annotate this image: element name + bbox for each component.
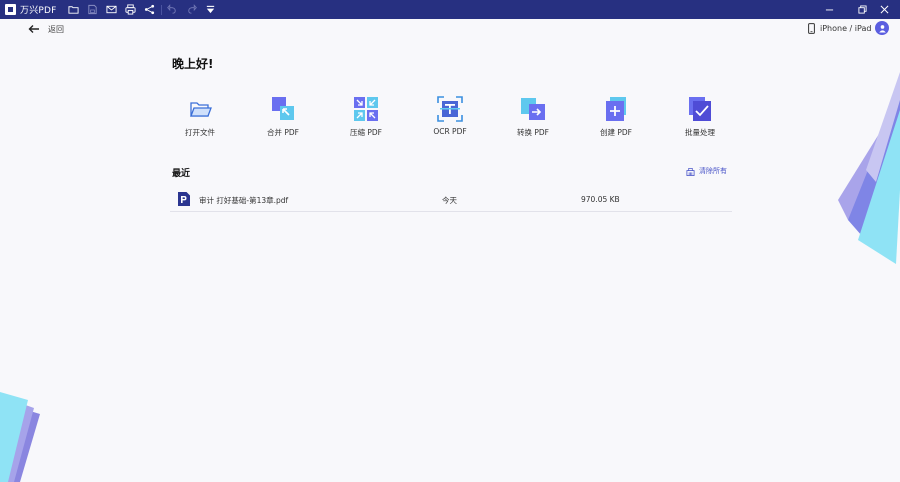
- compress-pdf-action[interactable]: 压缩 PDF: [326, 96, 406, 138]
- phone-icon: [808, 23, 815, 34]
- action-label: OCR PDF: [433, 127, 467, 136]
- convert-pdf-action[interactable]: 转换 PDF: [493, 96, 573, 138]
- user-icon: [878, 24, 886, 33]
- file-name: 审计 打好基础-第13章.pdf: [199, 196, 289, 205]
- open-folder-icon[interactable]: [67, 3, 81, 17]
- decorative-pages-left: [0, 392, 40, 482]
- batch-process-action[interactable]: 批量处理: [660, 96, 740, 138]
- merge-icon: [272, 97, 294, 120]
- file-size: 970.05 KB: [581, 195, 620, 204]
- mail-icon[interactable]: [105, 3, 119, 17]
- open-file-action[interactable]: 打开文件: [160, 96, 240, 138]
- action-label: 合并 PDF: [267, 128, 299, 137]
- back-button[interactable]: 返回: [28, 23, 64, 35]
- quick-actions: 打开文件 合并 PDF 压缩 PDF OCR PDF 转换 PDF 创建 PDF…: [160, 96, 740, 140]
- file-date: 今天: [442, 196, 457, 205]
- open-folder-icon: [190, 102, 212, 117]
- undo-icon[interactable]: [166, 3, 180, 17]
- action-label: 压缩 PDF: [350, 128, 382, 137]
- create-pdf-action[interactable]: 创建 PDF: [576, 96, 656, 138]
- user-avatar[interactable]: [875, 21, 889, 35]
- clear-icon: [686, 167, 695, 176]
- minimize-button[interactable]: [818, 0, 840, 19]
- action-label: 转换 PDF: [517, 128, 549, 137]
- merge-pdf-action[interactable]: 合并 PDF: [243, 96, 323, 138]
- back-label: 返回: [48, 24, 64, 34]
- create-icon: [606, 97, 626, 121]
- convert-icon: [521, 98, 545, 120]
- action-label: 创建 PDF: [600, 128, 632, 137]
- arrow-left-icon: [28, 25, 39, 33]
- app-logo-icon: [5, 4, 16, 15]
- app-name: 万兴PDF: [20, 6, 57, 16]
- ocr-icon: [437, 96, 463, 122]
- save-icon[interactable]: [86, 3, 100, 17]
- clear-all-label: 清除所有: [699, 167, 727, 175]
- batch-icon: [689, 97, 711, 121]
- device-label: iPhone / iPad: [820, 24, 872, 33]
- toolbar-divider: [160, 4, 162, 15]
- print-icon[interactable]: [124, 3, 138, 17]
- close-button[interactable]: [873, 0, 895, 19]
- clear-all-button[interactable]: 清除所有: [686, 166, 727, 176]
- title-bar: 万兴PDF: [0, 0, 900, 19]
- action-label: 批量处理: [685, 128, 715, 137]
- share-icon[interactable]: [143, 3, 157, 17]
- redo-icon[interactable]: [185, 3, 199, 17]
- greeting-title: 晚上好!: [172, 57, 214, 71]
- restore-button[interactable]: [851, 0, 873, 19]
- pdf-file-icon: [178, 192, 190, 206]
- recent-file-row[interactable]: 审计 打好基础-第13章.pdf 今天 970.05 KB: [170, 187, 732, 212]
- device-link[interactable]: iPhone / iPad: [808, 23, 871, 34]
- dropdown-menu-icon[interactable]: [204, 3, 218, 17]
- action-label: 打开文件: [185, 128, 215, 137]
- ocr-pdf-action[interactable]: OCR PDF: [410, 96, 490, 136]
- recent-title: 最近: [172, 169, 191, 179]
- decorative-pages-right: [838, 72, 900, 264]
- compress-icon: [354, 97, 378, 121]
